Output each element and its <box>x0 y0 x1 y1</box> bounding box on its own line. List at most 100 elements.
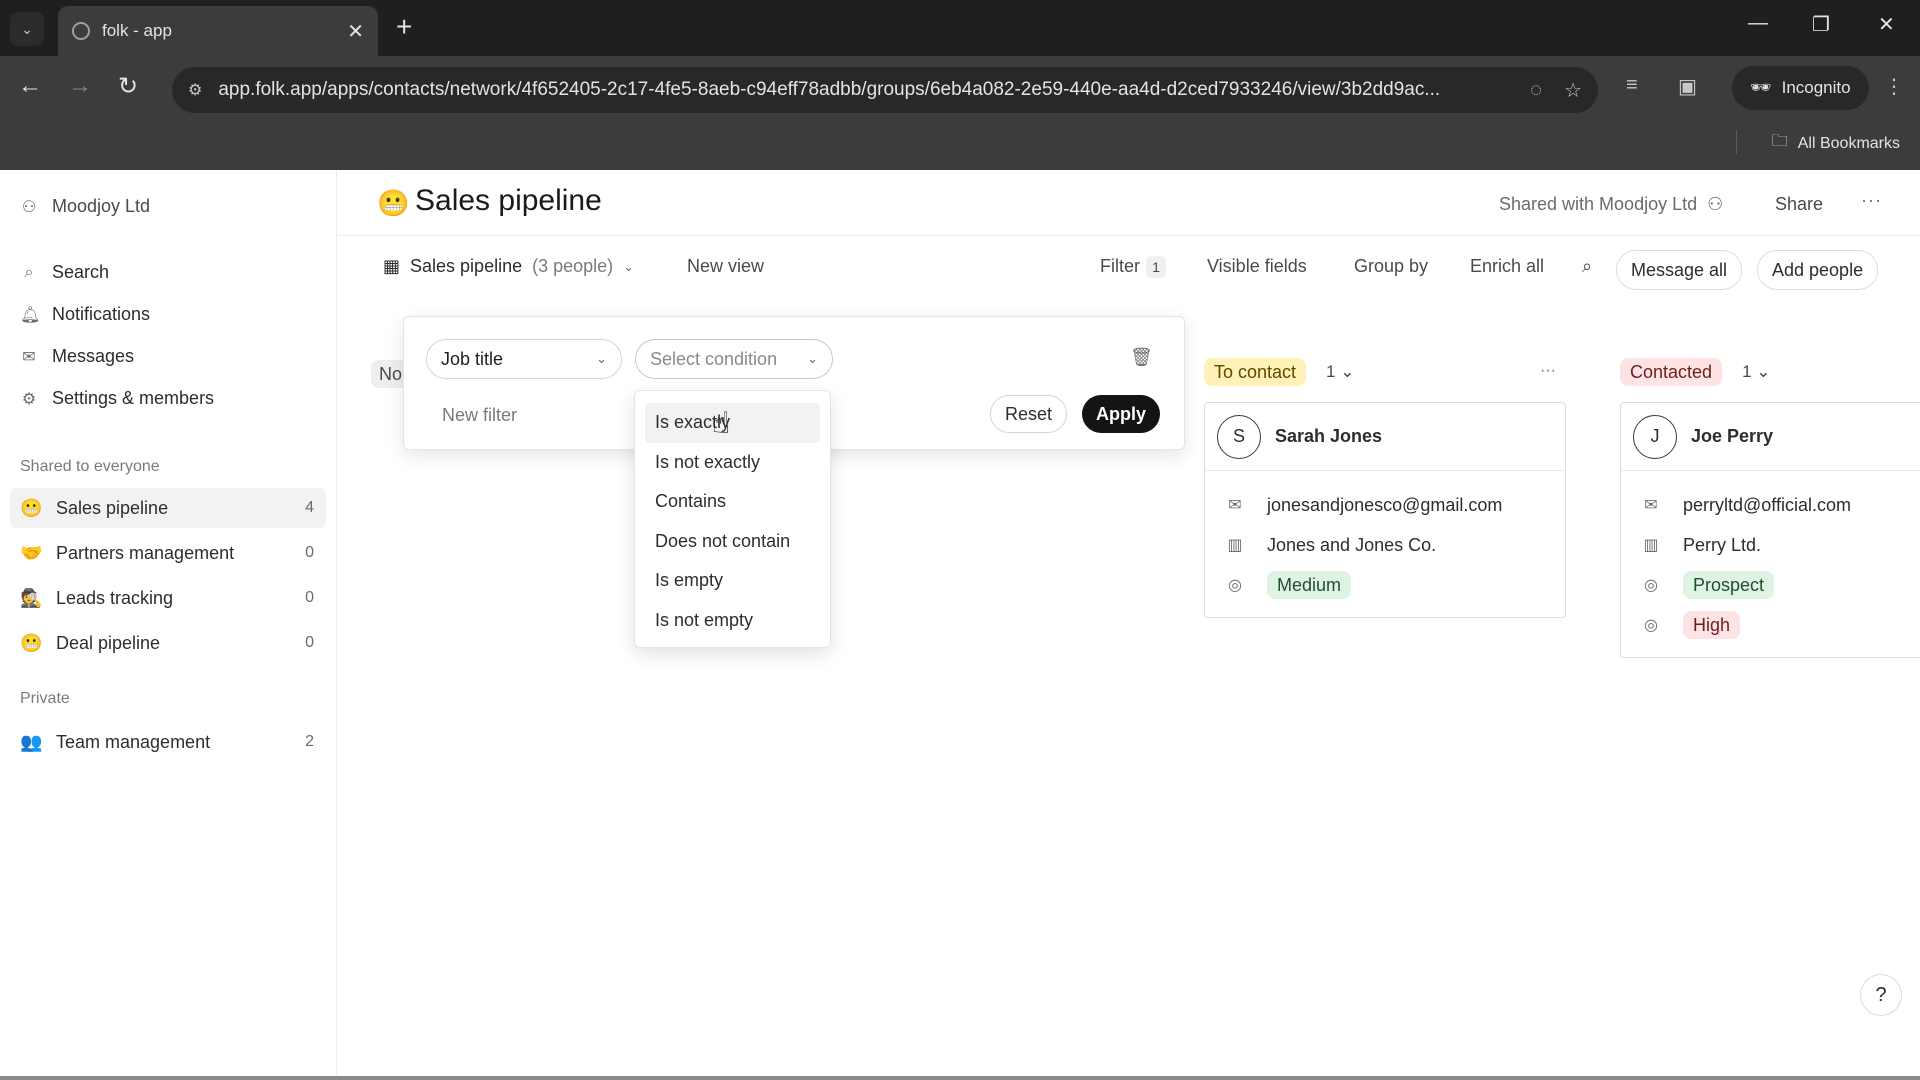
share-button[interactable]: Share <box>1775 194 1823 215</box>
mail-icon: ✉ <box>1644 497 1658 514</box>
new-view-button[interactable]: New view <box>687 256 764 277</box>
address-bar[interactable]: ⚙ app.folk.app/apps/contacts/network/4f6… <box>172 67 1598 113</box>
search-icon: ⌕ <box>24 263 34 281</box>
media-control-icon[interactable]: ≡ <box>1626 74 1638 97</box>
site-settings-icon[interactable]: ⚙ <box>188 80 202 100</box>
select-field-icon: ◎ <box>1644 617 1658 634</box>
filter-field-select[interactable]: Job title ⌄ <box>426 339 622 379</box>
view-toolbar: ▦ Sales pipeline (3 people) ⌄ New view F… <box>337 236 1920 306</box>
forward-arrow-icon[interactable]: → <box>68 72 92 100</box>
contact-name[interactable]: Sarah Jones <box>1275 426 1382 447</box>
group-emoji-icon: 😬 <box>20 497 43 518</box>
status-pill[interactable]: Contacted <box>1620 358 1723 386</box>
sidebar-group-partners-management[interactable]: 🤝 Partners management 0 <box>10 533 326 573</box>
stage-tag[interactable]: Prospect <box>1683 571 1775 599</box>
contact-name[interactable]: Joe Perry <box>1691 426 1773 447</box>
visible-fields-button[interactable]: Visible fields <box>1207 256 1307 277</box>
incognito-badge[interactable]: 🕶 Incognito <box>1732 66 1869 110</box>
help-button[interactable]: ? <box>1860 974 1902 1016</box>
card-body: ✉ jonesandjonesco@gmail.com ▥ Jones and … <box>1205 471 1565 617</box>
tab-title: folk - app <box>102 21 172 40</box>
contact-email[interactable]: perryltd@official.com <box>1683 495 1851 516</box>
tab-search-button[interactable]: ⌄ <box>10 12 44 46</box>
priority-tag[interactable]: Medium <box>1267 571 1352 599</box>
sidebar-item-notifications[interactable]: 🔔︎ Notifications <box>20 304 150 325</box>
new-tab-plus-icon[interactable]: + <box>396 12 412 42</box>
star-icon[interactable]: ☆ <box>1564 78 1582 103</box>
contact-card-joe-perry[interactable]: J Joe Perry ✉ perryltd@official.com ▥ Pe… <box>1620 402 1920 658</box>
bookmarks-divider <box>1736 130 1737 154</box>
browser-tab[interactable]: folk - app ✕ <box>58 6 378 56</box>
gear-icon: ⚙ <box>21 390 37 408</box>
trash-icon[interactable]: 🗑︎ <box>1130 347 1153 368</box>
filter-count-badge: 1 <box>1146 256 1166 278</box>
column-count[interactable]: 1 ⌄ <box>1742 362 1770 382</box>
group-emoji-icon: 🤝 <box>20 542 43 563</box>
contact-company[interactable]: Perry Ltd. <box>1683 535 1761 556</box>
column-count[interactable]: 1 ⌄ <box>1326 362 1354 382</box>
minimize-icon[interactable]: — <box>1748 12 1768 35</box>
view-switcher[interactable]: ▦ Sales pipeline (3 people) ⌄ <box>383 256 634 277</box>
enrich-all-button[interactable]: Enrich all <box>1470 256 1544 277</box>
reload-icon[interactable]: ↻ <box>118 72 138 101</box>
sidebar-group-leads-tracking[interactable]: 🕵 Leads tracking 0 <box>10 578 326 618</box>
sidebar-group-deal-pipeline[interactable]: 😬 Deal pipeline 0 <box>10 623 326 663</box>
bottom-progress-line <box>0 1076 1920 1080</box>
kebab-menu-icon[interactable]: ⋮ <box>1884 74 1904 99</box>
add-people-button[interactable]: Add people <box>1757 250 1879 290</box>
condition-option-is-not-exactly[interactable]: Is not exactly <box>645 443 820 483</box>
condition-option-is-not-empty[interactable]: Is not empty <box>645 601 820 641</box>
bell-icon: 🔔︎ <box>20 306 41 324</box>
card-tags-row: ◎ High <box>1641 605 1900 645</box>
window-close-icon[interactable]: ✕ <box>1878 12 1895 37</box>
card-tags-row: ◎ Prospect <box>1641 565 1900 605</box>
new-filter-button[interactable]: New filter <box>442 405 517 426</box>
group-label: Deal pipeline <box>56 632 161 653</box>
bookmarks-label: All Bookmarks <box>1797 134 1900 152</box>
contact-email[interactable]: jonesandjonesco@gmail.com <box>1267 495 1502 516</box>
group-emoji-icon: 👥 <box>20 731 43 752</box>
filter-condition-select[interactable]: Select condition ⌄ <box>635 339 833 379</box>
group-count: 4 <box>305 499 314 516</box>
condition-option-is-exactly[interactable]: Is exactly <box>645 403 820 443</box>
restore-icon[interactable]: ❐ <box>1812 12 1830 37</box>
filter-button[interactable]: Filter 1 <box>1100 256 1166 278</box>
section-shared-label: Shared to everyone <box>20 458 160 475</box>
sidebar-group-sales-pipeline[interactable]: 😬 Sales pipeline 4 <box>10 488 326 528</box>
card-email-row: ✉ jonesandjonesco@gmail.com <box>1225 485 1545 525</box>
priority-tag[interactable]: High <box>1683 611 1741 639</box>
eye-off-icon[interactable]: ◌ <box>1530 79 1542 102</box>
filter-condition-placeholder: Select condition <box>650 348 778 369</box>
page-emoji-icon: 😬 <box>377 188 410 218</box>
search-icon[interactable]: ⌕ <box>1582 256 1592 277</box>
message-all-button[interactable]: Message all <box>1616 250 1743 290</box>
contact-card-sarah-jones[interactable]: S Sarah Jones ✉ jonesandjonesco@gmail.co… <box>1204 402 1566 618</box>
close-icon[interactable]: ✕ <box>347 19 364 44</box>
condition-option-contains[interactable]: Contains <box>645 482 820 522</box>
contact-company[interactable]: Jones and Jones Co. <box>1267 535 1436 556</box>
reset-button[interactable]: Reset <box>990 395 1068 433</box>
sidebar-item-messages[interactable]: ✉ Messages <box>20 346 134 367</box>
sidebar-group-team-management[interactable]: 👥 Team management 2 <box>10 722 326 762</box>
side-panel-icon[interactable]: ▣ <box>1678 74 1697 99</box>
shared-with-indicator[interactable]: Shared with Moodjoy Ltd ⚇ <box>1499 194 1723 215</box>
card-tags-row: ◎ Medium <box>1225 565 1545 605</box>
avatar: J <box>1633 414 1677 459</box>
apply-button[interactable]: Apply <box>1082 395 1161 433</box>
condition-option-is-empty[interactable]: Is empty <box>645 561 820 601</box>
url-text[interactable]: app.folk.app/apps/contacts/network/4f652… <box>218 79 1508 101</box>
column-more-icon[interactable]: ··· <box>1540 362 1556 380</box>
folder-icon: 🗀 <box>1771 133 1788 150</box>
all-bookmarks[interactable]: 🗀 All Bookmarks <box>1772 130 1900 157</box>
sidebar-item-search[interactable]: ⌕ Search <box>20 262 110 283</box>
back-arrow-icon[interactable]: ← <box>18 72 42 100</box>
group-count: 2 <box>305 733 314 750</box>
condition-option-does-not-contain[interactable]: Does not contain <box>645 522 820 562</box>
more-options-icon[interactable]: ··· <box>1861 190 1882 211</box>
group-by-button[interactable]: Group by <box>1354 256 1428 277</box>
chevron-down-icon: ⌄ <box>623 258 635 274</box>
workspace-switcher[interactable]: ⚇ Moodjoy Ltd <box>20 196 150 217</box>
status-pill[interactable]: To contact <box>1204 358 1307 386</box>
building-icon: ▥ <box>1643 537 1659 554</box>
sidebar-item-settings[interactable]: ⚙ Settings & members <box>20 388 214 409</box>
